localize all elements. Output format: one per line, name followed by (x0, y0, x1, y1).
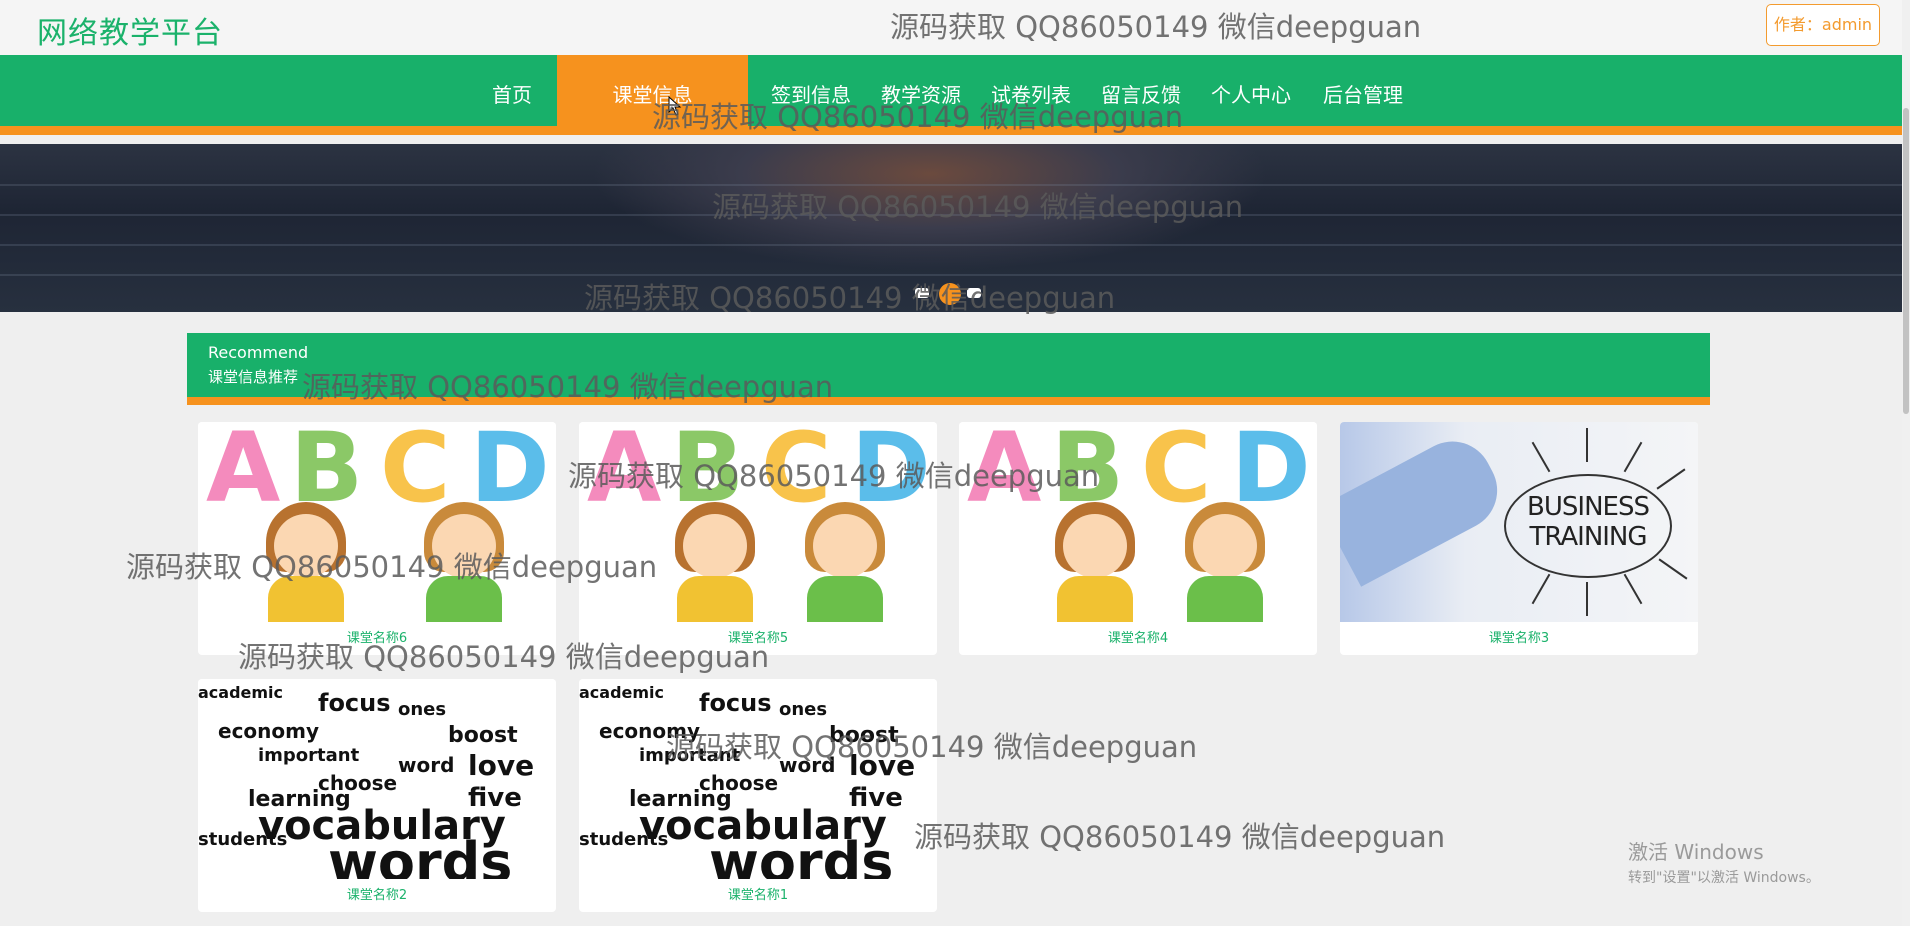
class-name[interactable]: 课堂名称4 (959, 622, 1317, 655)
windows-activation-subtitle: 转到"设置"以激活 Windows。 (1628, 870, 1820, 886)
class-name[interactable]: 课堂名称6 (198, 622, 556, 655)
class-card[interactable]: A B C D 课堂名称4 (959, 422, 1317, 655)
nav-item-exam-list[interactable]: 试卷列表 (983, 55, 1079, 135)
windows-activation-notice: 激活 Windows 转到"设置"以激活 Windows。 (1628, 836, 1820, 887)
class-card[interactable]: academic economy focus ones boost import… (579, 679, 937, 912)
girl-figure (1053, 502, 1137, 622)
carousel-dot-3[interactable] (967, 288, 981, 298)
class-image: A B C D (959, 422, 1317, 622)
nav-item-personal-center[interactable]: 个人中心 (1203, 55, 1299, 135)
class-card[interactable]: BUSINESS TRAINING 课堂名称3 (1340, 422, 1698, 655)
carousel-dot-1[interactable] (915, 288, 929, 298)
windows-activation-title: 激活 Windows (1628, 840, 1764, 864)
main-nav: 首页 课堂信息 签到信息 教学资源 试卷列表 留言反馈 个人中心 后台管理 (0, 55, 1910, 135)
nav-item-class-info[interactable]: 课堂信息 (557, 55, 748, 135)
class-image: academic economy focus ones boost import… (579, 679, 937, 879)
class-name[interactable]: 课堂名称5 (579, 622, 937, 655)
class-image: academic economy focus ones boost import… (198, 679, 556, 879)
class-image: A B C D (579, 422, 937, 622)
class-card[interactable]: academic economy focus ones boost import… (198, 679, 556, 912)
class-card[interactable]: A B C D 课堂名称5 (579, 422, 937, 655)
nav-item-feedback[interactable]: 留言反馈 (1093, 55, 1189, 135)
business-training-text: BUSINESS TRAINING (1527, 492, 1650, 552)
nav-item-teaching-resources[interactable]: 教学资源 (873, 55, 969, 135)
boy-figure (422, 502, 506, 622)
class-image: BUSINESS TRAINING (1340, 422, 1698, 622)
site-brand[interactable]: 网络教学平台 (37, 8, 223, 52)
section-title-cn: 课堂信息推荐 (208, 368, 299, 386)
class-card[interactable]: A B C D 课堂名称6 (198, 422, 556, 655)
nav-item-check-in[interactable]: 签到信息 (763, 55, 859, 135)
section-title-en: Recommend (208, 343, 309, 362)
boy-figure (803, 502, 887, 622)
girl-figure (264, 502, 348, 622)
letter-a: A (967, 422, 1042, 524)
carousel-dot-2[interactable] (939, 283, 961, 305)
watermark-text: 源码获取 QQ86050149 微信deepguan (914, 820, 1446, 854)
class-name[interactable]: 课堂名称2 (198, 879, 556, 912)
carousel-indicators (915, 283, 985, 305)
author-button[interactable]: 作者：admin (1766, 4, 1880, 46)
recommend-section-header: Recommend 课堂信息推荐 (187, 333, 1710, 405)
scrollbar-thumb[interactable] (1903, 108, 1909, 414)
nav-item-home[interactable]: 首页 (482, 55, 542, 135)
class-name[interactable]: 课堂名称1 (579, 879, 937, 912)
boy-figure (1183, 502, 1267, 622)
top-bar: 网络教学平台 作者：admin (0, 0, 1910, 55)
nav-item-admin[interactable]: 后台管理 (1313, 55, 1413, 135)
class-image: A B C D (198, 422, 556, 622)
class-name[interactable]: 课堂名称3 (1340, 622, 1698, 655)
arm-shape (1340, 427, 1512, 587)
mouse-cursor-icon (668, 96, 682, 116)
letter-a: A (587, 422, 662, 524)
girl-figure (673, 502, 757, 622)
